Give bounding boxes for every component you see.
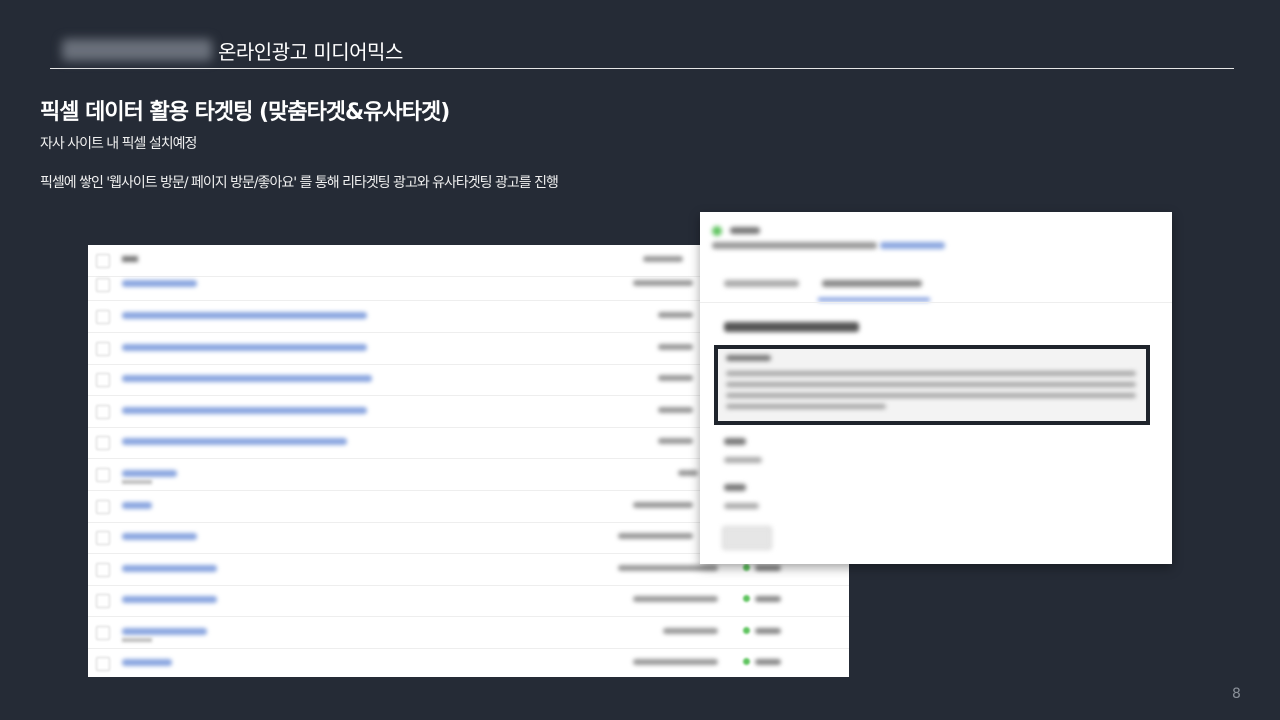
audience-detail-screenshot: [700, 212, 1172, 564]
description-line-1: 자사 사이트 내 픽셀 설치예정: [40, 136, 197, 152]
table-row: [88, 585, 849, 617]
blurred-brand-logo: [62, 39, 212, 61]
audience-rule-highlight: [714, 345, 1150, 425]
section-title: 온라인광고 미디어믹스: [218, 40, 403, 64]
status-dot-icon: [712, 226, 722, 236]
description-line-2: 픽셀에 쌓인 '웹사이트 방문/ 페이지 방문/좋아요' 를 통해 리타겟팅 광…: [40, 175, 559, 191]
page-number: 8: [1232, 686, 1241, 702]
table-row: [88, 648, 849, 677]
slide-header: 온라인광고 미디어믹스: [50, 36, 1234, 69]
blurred-button: [722, 526, 772, 550]
table-row: [88, 617, 849, 649]
slide-title: 픽셀 데이터 활용 타겟팅 (맞춤타겟&유사타겟): [40, 100, 450, 125]
